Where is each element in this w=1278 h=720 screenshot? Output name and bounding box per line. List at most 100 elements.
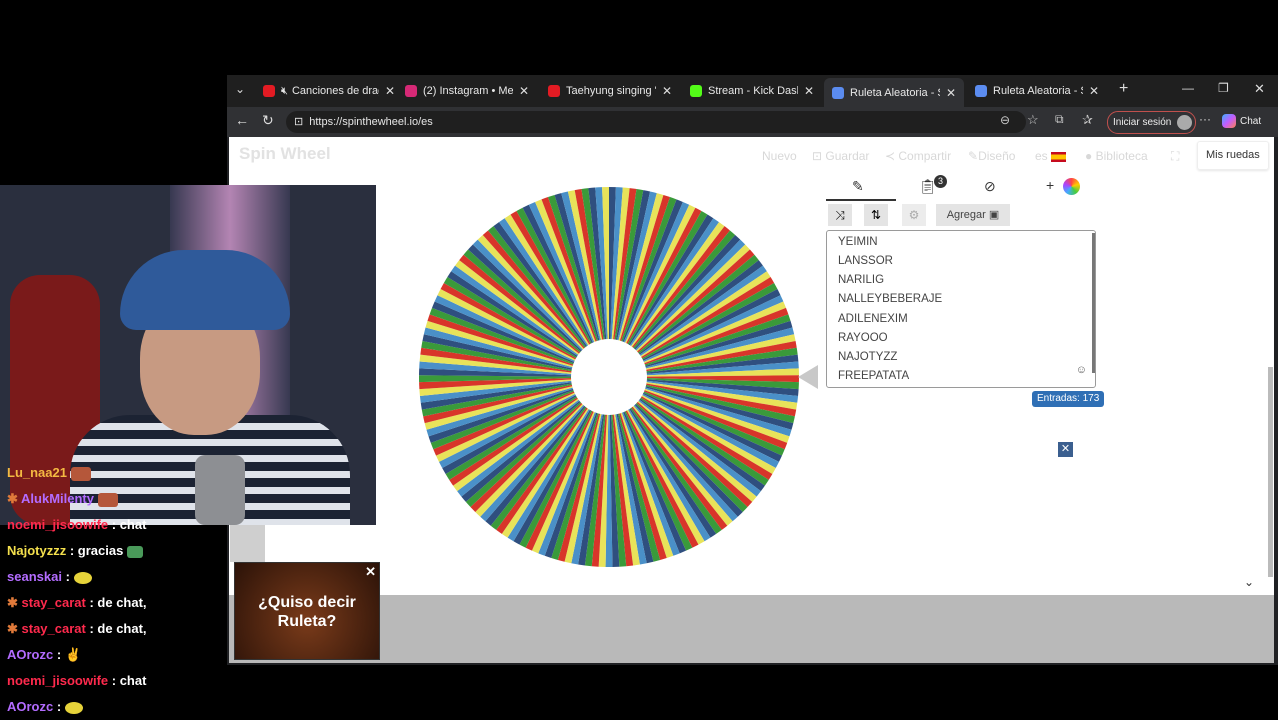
new-tab-icon[interactable]: +: [1119, 80, 1128, 98]
zoom-icon[interactable]: ⊖: [1000, 113, 1010, 127]
chat-line: noemi_jisoowife : chat: [7, 517, 146, 532]
stream-chat: Lu_naa21 ✱ AlukMilenty noemi_jisoowife :…: [0, 460, 230, 720]
signin-label: Iniciar sesión: [1113, 117, 1172, 128]
tab-strip: ⌄ 🔇︎ Canciones de drag ✕ (2) Instagram • M…: [227, 75, 1278, 107]
design-label: Diseño: [978, 149, 1016, 163]
scroll-down-chevron-icon[interactable]: ⌄: [1244, 575, 1254, 589]
reload-icon[interactable]: ↻: [262, 112, 274, 129]
site-info-icon[interactable]: ⊡: [294, 116, 303, 128]
language-selector[interactable]: es: [1035, 149, 1067, 163]
hide-eye-icon[interactable]: ⊘: [984, 178, 996, 195]
tab-title: Canciones de drag: [291, 85, 379, 97]
chat-line: AOrozc : ✌: [7, 647, 81, 663]
tab-1[interactable]: (2) Instagram • Mensaje ✕: [397, 79, 537, 103]
tab-0[interactable]: 🔇︎ Canciones de drag ✕: [255, 79, 395, 103]
add-wheel-plus-icon[interactable]: +: [1046, 177, 1054, 193]
chat-line: noemi_jisoowife : chat: [7, 673, 146, 688]
address-input[interactable]: ⊡ https://spinthewheel.io/es: [286, 111, 1026, 133]
minimize-icon[interactable]: —: [1182, 81, 1194, 95]
entry-item: LANSSOR: [838, 255, 893, 267]
close-tab-icon[interactable]: ✕: [662, 84, 672, 98]
chat-username: noemi_jisoowife: [7, 673, 109, 688]
spinwheel-icon: [832, 86, 844, 99]
chat-message: :: [56, 699, 62, 714]
site-logo[interactable]: Spin Wheel: [239, 144, 331, 164]
close-window-icon[interactable]: ✕: [1254, 81, 1265, 97]
editor-panel: ✎ 📋︎ 3 ⊘ + ⤨ ⇅ ⚙ Agregar ▣: [826, 174, 1094, 230]
favorites-icon[interactable]: ✰: [1082, 112, 1093, 128]
my-wheels-button[interactable]: Mis ruedas: [1197, 141, 1269, 170]
badge-icon: ✱: [7, 595, 22, 610]
tab-3[interactable]: Stream - Kick Dashboar ✕: [682, 79, 822, 103]
tab-search-icon[interactable]: ⌄: [235, 82, 245, 96]
gear-icon: ⚙: [908, 208, 920, 222]
globe-icon: ●: [1085, 149, 1096, 163]
signin-button[interactable]: Iniciar sesión: [1107, 111, 1197, 134]
entry-item: NALLEYBEBERAJE: [838, 293, 943, 305]
new-link[interactable]: Nuevo: [762, 149, 797, 163]
chat-line: ✱ stay_carat : de chat,: [7, 595, 147, 611]
edit-tab-pencil-icon[interactable]: ✎: [852, 178, 864, 195]
more-menu-icon[interactable]: ···: [1199, 112, 1211, 126]
add-image-button[interactable]: Agregar ▣: [936, 204, 1010, 226]
close-popup-icon[interactable]: ✕: [365, 564, 376, 580]
chat-username: stay_carat: [21, 595, 86, 610]
emoji-icon[interactable]: ☺: [1076, 364, 1087, 376]
close-tab-icon[interactable]: ✕: [946, 86, 956, 100]
tab-2[interactable]: Taehyung singing 'snow ✕: [540, 79, 680, 103]
back-icon[interactable]: ←: [235, 112, 249, 128]
chat-line: Lu_naa21: [7, 465, 91, 481]
close-tab-icon[interactable]: ✕: [519, 84, 529, 98]
settings-button[interactable]: ⚙: [902, 204, 926, 226]
browser-window: ⌄ 🔇︎ Canciones de drag ✕ (2) Instagram • M…: [227, 75, 1278, 665]
chat-label: Chat: [1240, 116, 1262, 127]
badge-icon: ✱: [7, 621, 22, 636]
design-link[interactable]: ✎Diseño: [968, 149, 1015, 163]
shuffle-button[interactable]: ⤨: [828, 204, 852, 226]
library-link[interactable]: ● Biblioteca: [1085, 149, 1148, 163]
favorite-star-icon[interactable]: ☆: [1027, 112, 1039, 128]
close-icon: ✕: [1060, 443, 1071, 455]
close-ad-button[interactable]: ✕: [1058, 442, 1073, 457]
tab-4[interactable]: Ruleta Aleatoria - Selec ✕: [824, 78, 964, 107]
muted-speaker-icon: 🔇︎: [281, 84, 288, 97]
close-tab-icon[interactable]: ✕: [1089, 84, 1099, 98]
restore-icon[interactable]: ❐: [1218, 81, 1229, 95]
tab-5[interactable]: Ruleta Aleatoria - Selec ✕: [967, 79, 1107, 103]
tab-title: (2) Instagram • Mensaje: [423, 85, 513, 97]
entry-item: YEIMIN: [838, 236, 878, 248]
url-text: https://spinthewheel.io/es: [309, 116, 433, 128]
copilot-chat-button[interactable]: Chat: [1222, 111, 1261, 132]
save-link[interactable]: ⊡ Guardar: [812, 149, 869, 163]
kick-icon: [690, 85, 702, 97]
close-tab-icon[interactable]: ✕: [804, 84, 814, 98]
avatar: [1177, 115, 1193, 130]
entries-scrollbar[interactable]: [1092, 233, 1095, 373]
wheel-center-hub[interactable]: [571, 339, 647, 415]
share-link[interactable]: ≺ Compartir: [885, 149, 951, 163]
emote-icon: [98, 492, 118, 507]
sort-button[interactable]: ⇅: [864, 204, 888, 226]
save-icon: ⊡: [812, 149, 826, 163]
color-wheel-icon[interactable]: [1063, 178, 1080, 195]
fullscreen-icon[interactable]: ⛶: [1171, 149, 1179, 164]
extensions-icon[interactable]: ⧉: [1055, 112, 1064, 127]
page-scrollbar[interactable]: [1268, 367, 1273, 577]
entries-textarea[interactable]: YEIMIN LANSSOR NARILIG NALLEYBEBERAJE AD…: [826, 230, 1096, 388]
youtube-icon: [263, 85, 275, 97]
chat-line: seanskai :: [7, 569, 92, 584]
spin-wheel[interactable]: [416, 184, 802, 570]
tab-title: Ruleta Aleatoria - Selec: [850, 86, 940, 99]
gray-overlay-strip: [230, 525, 265, 562]
close-tab-icon[interactable]: ✕: [385, 84, 395, 98]
popup-card[interactable]: ¿Quiso decir Ruleta? ✕: [234, 562, 380, 660]
copilot-icon: [1222, 114, 1236, 129]
entry-item: RAYOOO: [838, 332, 888, 344]
emote-icon: [127, 545, 144, 558]
instagram-icon: [405, 85, 417, 97]
chat-line: ✱ stay_carat : de chat,: [7, 621, 147, 637]
entries-count-badge: Entradas: 173: [1032, 391, 1105, 407]
library-label: Biblioteca: [1095, 149, 1148, 163]
chat-username: Najotyzzz: [7, 543, 67, 558]
entry-item: NAJOTYZZ: [838, 351, 898, 363]
